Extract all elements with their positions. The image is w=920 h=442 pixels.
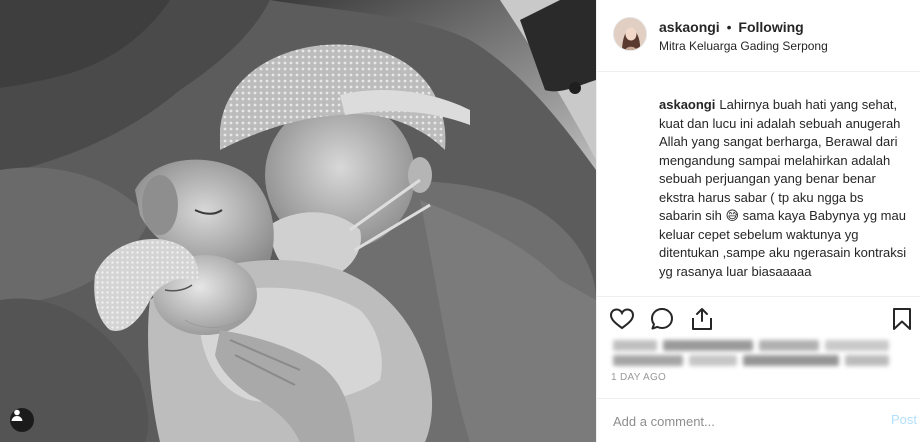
post-side-panel: askaongi • Following Mitra Keluarga Gadi… <box>596 0 920 442</box>
caption-fade <box>597 288 920 296</box>
user-tag-icon[interactable] <box>10 408 34 432</box>
comment-icon[interactable] <box>649 306 675 332</box>
share-icon[interactable] <box>689 306 715 332</box>
action-bar <box>597 296 920 340</box>
following-button[interactable]: Following <box>738 19 803 35</box>
location-link[interactable]: Mitra Keluarga Gading Serpong <box>659 39 828 53</box>
caption-text: Lahirnya buah hati yang sehat, kuat dan … <box>659 97 907 279</box>
heart-icon[interactable] <box>609 306 635 332</box>
header-line: askaongi • Following <box>659 19 804 35</box>
header-username[interactable]: askaongi <box>659 19 720 35</box>
post-comment-button[interactable]: Post <box>891 412 917 427</box>
instagram-post: askaongi • Following Mitra Keluarga Gadi… <box>0 0 920 442</box>
caption-username[interactable]: askaongi <box>659 97 715 112</box>
redacted-likes <box>613 338 893 368</box>
header-separator: • <box>726 19 732 35</box>
post-photo[interactable] <box>0 0 596 442</box>
comment-bar: Post <box>597 398 920 442</box>
avatar[interactable] <box>613 17 647 51</box>
post-timestamp[interactable]: 1 DAY AGO <box>611 372 666 383</box>
post-header: askaongi • Following Mitra Keluarga Gadi… <box>597 0 920 72</box>
post-caption: askaongi Lahirnya buah hati yang sehat, k… <box>659 96 909 294</box>
post-image <box>0 0 596 442</box>
bookmark-icon[interactable] <box>889 306 915 332</box>
comment-input[interactable] <box>613 411 853 431</box>
